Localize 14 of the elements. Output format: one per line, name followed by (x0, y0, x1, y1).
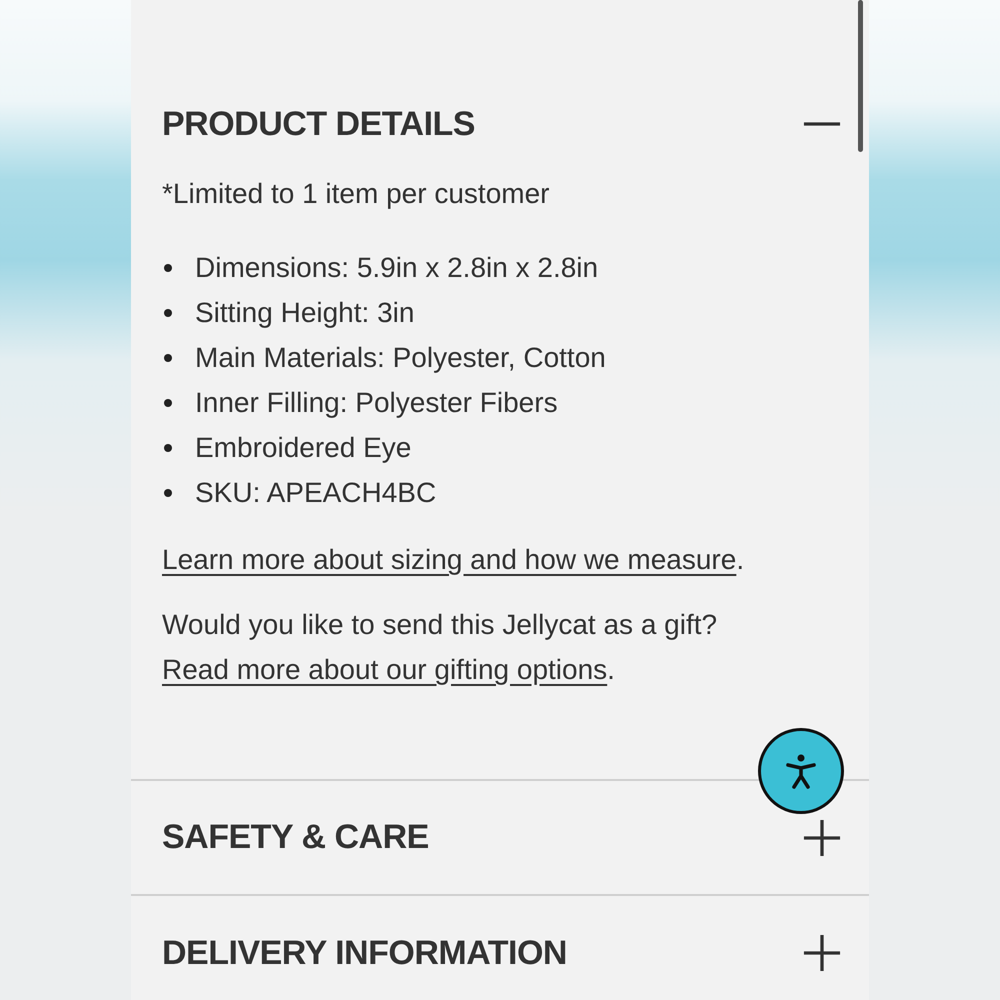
detail-text: Inner Filling: Polyester Fibers (195, 386, 558, 418)
section-heading[interactable]: SAFETY & CARE (162, 818, 429, 857)
section-heading[interactable]: PRODUCT DETAILS (162, 104, 475, 144)
detail-text: Main Materials: Polyester, Cotton (195, 342, 606, 374)
gifting-link[interactable]: Read more about our gifting options (162, 654, 608, 685)
detail-text: SKU: APEACH4BC (195, 476, 436, 508)
limit-note: *Limited to 1 item per customer (162, 177, 550, 211)
detail-text: Sitting Height: 3in (195, 296, 414, 328)
detail-text: Dimensions: 5.9in x 2.8in x 2.8in (195, 252, 598, 284)
sizing-paragraph: Learn more about sizing and how we measure. (162, 543, 746, 577)
sizing-link[interactable]: Learn more about sizing and how we measure (162, 544, 736, 575)
gift-paragraph: Would you like to send this Jellycat as a gift? Read more about our gifting options. (162, 608, 718, 687)
section-heading[interactable]: DELIVERY INFORMATION (162, 934, 567, 972)
detail-text: Embroidered Eye (195, 432, 412, 464)
